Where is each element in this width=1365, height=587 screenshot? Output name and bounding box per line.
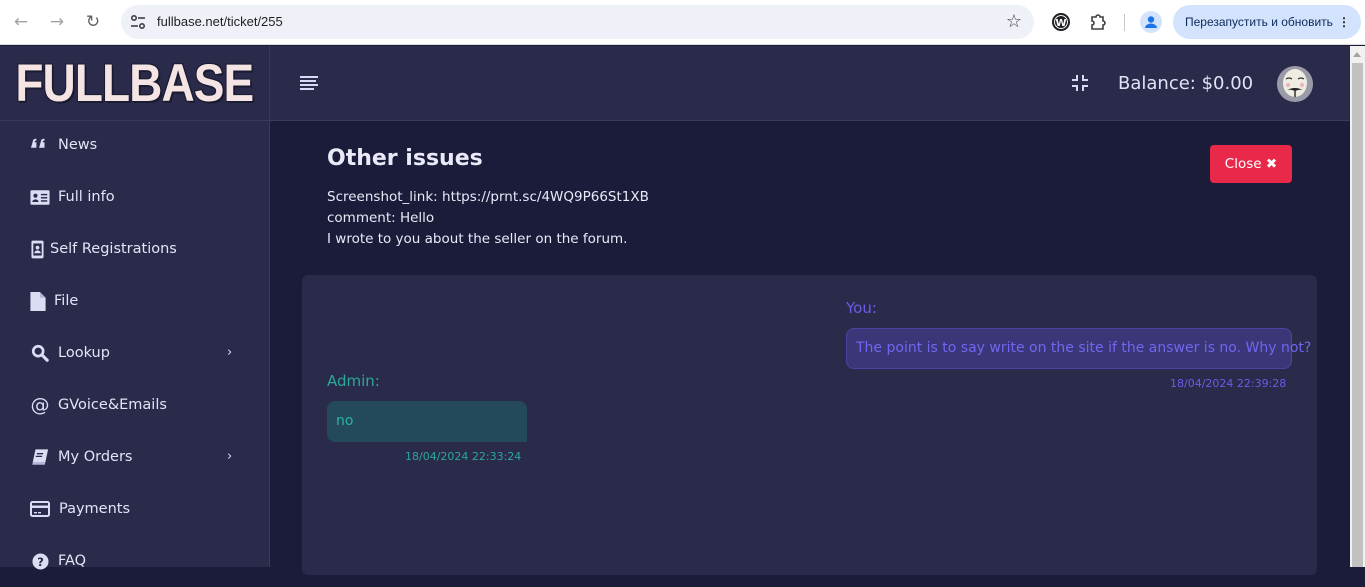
chevron-right-icon: › (227, 345, 233, 360)
sidebar-item-label: My Orders (58, 449, 133, 465)
close-ticket-button[interactable]: Close ✖ (1210, 145, 1292, 183)
scrollbar-thumb[interactable] (1352, 63, 1363, 567)
relaunch-label: Перезапустить и обновить (1185, 15, 1333, 29)
extension-w-icon[interactable]: W (1052, 13, 1070, 31)
sidebar-item-label: Full info (58, 189, 115, 205)
message-author-admin: Admin: (327, 372, 380, 390)
person-icon (1145, 16, 1157, 28)
reload-icon: ↻ (85, 12, 101, 32)
url-text[interactable]: fullbase.net/ticket/255 (157, 5, 283, 39)
sidebar-item-label: News (58, 137, 98, 153)
sidebar-item-file[interactable]: File (0, 275, 269, 327)
forward-button[interactable]: → (46, 11, 68, 33)
message-timestamp-admin: 18/04/2024 22:33:24 (405, 450, 522, 463)
guy-fawkes-mask-icon (1277, 66, 1313, 102)
sidebar-item-gvoice-emails[interactable]: @ GVoice&Emails (0, 379, 269, 431)
sidebar-item-news[interactable]: News (0, 119, 269, 171)
browser-toolbar: ← → ↻ fullbase.net/ticket/255 ☆ W Переза… (0, 0, 1365, 45)
reload-button[interactable]: ↻ (82, 11, 104, 33)
extensions-puzzle-icon[interactable] (1088, 12, 1108, 32)
arrow-left-icon: ← (13, 12, 29, 32)
main-content: Other issues Screenshot_link: https://pr… (270, 121, 1350, 575)
ticket-comment: comment: Hello (327, 210, 435, 226)
sidebar-item-label: GVoice&Emails (58, 397, 167, 413)
chevron-right-icon: › (227, 449, 233, 464)
id-badge-icon (30, 239, 44, 259)
sidebar-item-payments[interactable]: Payments (0, 483, 269, 535)
sidebar-item-faq[interactable]: ? FAQ (0, 535, 269, 587)
toolbar-divider (1124, 14, 1125, 31)
question-circle-icon: ? (30, 551, 50, 571)
avatar[interactable] (1277, 66, 1313, 102)
sidebar-item-label: Lookup (58, 345, 110, 361)
sidebar-item-my-orders[interactable]: My Orders › (0, 431, 269, 483)
book-icon (30, 447, 50, 467)
top-bar: Balance: $0.00 (270, 46, 1350, 121)
credit-card-icon (30, 499, 50, 519)
page-scrollbar[interactable] (1350, 46, 1365, 567)
site-settings-icon[interactable] (129, 13, 147, 31)
message-bubble-admin: no (327, 401, 527, 442)
balance-display: Balance: $0.00 (1118, 73, 1254, 94)
logo[interactable]: FULLBASE (16, 53, 255, 114)
search-icon (30, 343, 50, 363)
message-author-you: You: (846, 299, 877, 317)
star-icon[interactable]: ☆ (1006, 11, 1022, 33)
arrow-right-icon: → (49, 12, 65, 32)
ticket-title: Other issues (327, 146, 483, 171)
exit-fullscreen-icon[interactable] (1070, 73, 1090, 93)
sidebar: FULLBASE News Full info Self Registratio… (0, 46, 270, 570)
address-bar[interactable]: fullbase.net/ticket/255 ☆ (121, 5, 1034, 39)
relaunch-update-button[interactable]: Перезапустить и обновить ⋮ (1173, 5, 1361, 39)
message-timestamp-you: 18/04/2024 22:39:28 (1170, 377, 1287, 390)
ticket-comment-body: I wrote to you about the seller on the f… (327, 231, 628, 247)
id-card-icon (30, 187, 50, 207)
chat-panel: You: The point is to say write on the si… (302, 275, 1317, 575)
file-icon (30, 291, 46, 311)
sidebar-item-lookup[interactable]: Lookup › (0, 327, 269, 379)
logo-area: FULLBASE (0, 46, 269, 121)
sidebar-item-label: Self Registrations (50, 241, 177, 257)
menu-toggle-icon[interactable] (300, 76, 318, 90)
sidebar-item-full-info[interactable]: Full info (0, 171, 269, 223)
ticket-screenshot-link: Screenshot_link: https://prnt.sc/4WQ9P66… (327, 189, 649, 205)
scroll-up-arrow-icon[interactable] (1353, 52, 1361, 57)
more-menu-icon[interactable]: ⋮ (1338, 5, 1350, 39)
svg-text:?: ? (37, 554, 44, 568)
quote-icon (30, 135, 50, 155)
sidebar-item-label: File (54, 293, 79, 309)
sidebar-item-label: Payments (59, 501, 131, 517)
profile-button[interactable] (1140, 11, 1162, 33)
message-bubble-you: The point is to say write on the site if… (846, 328, 1311, 369)
back-button[interactable]: ← (10, 11, 32, 33)
at-icon: @ (30, 394, 50, 416)
sidebar-item-self-registrations[interactable]: Self Registrations (0, 223, 269, 275)
